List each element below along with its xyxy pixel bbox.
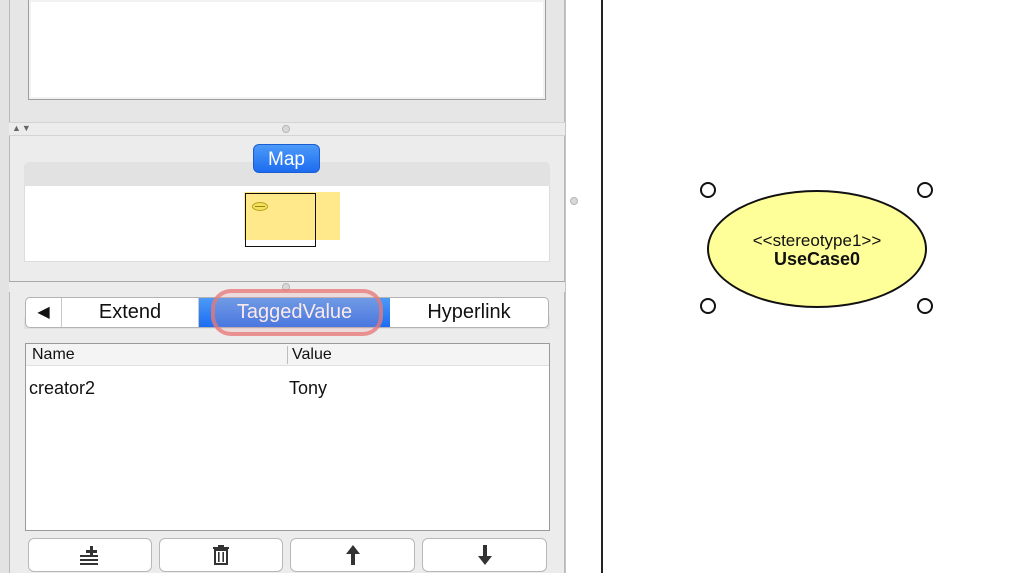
arrow-up-icon [345,545,360,565]
tab-extend[interactable]: Extend [62,298,199,327]
column-header-name[interactable]: Name [32,345,75,365]
tab-scroll-left-icon[interactable]: ◀ [26,298,62,327]
trash-icon [213,545,229,565]
diagram-canvas-border [601,0,603,573]
table-cell-value[interactable]: Tony [289,377,327,399]
move-up-button[interactable] [290,538,415,572]
splitter-arrows[interactable]: ▲▼ [12,122,32,134]
usecase-stereotype: <<stereotype1>> [752,231,882,250]
panel-splitter-grip-icon[interactable] [570,197,578,205]
add-row-icon [80,546,98,565]
column-header-value[interactable]: Value [292,345,332,365]
resize-handle-top-right[interactable] [917,182,933,198]
table-cell-name[interactable]: creator2 [29,377,95,399]
tagged-values-table [25,343,550,531]
usecase-name: UseCase0 [773,249,861,269]
resize-handle-bottom-right[interactable] [917,298,933,314]
delete-tagged-value-button[interactable] [159,538,283,572]
splitter-grip-icon[interactable] [282,125,290,133]
add-tagged-value-button[interactable] [28,538,152,572]
column-divider[interactable] [287,346,288,364]
panel-right-edge [565,0,566,573]
resize-handle-bottom-left[interactable] [700,298,716,314]
top-text-area[interactable] [28,0,546,100]
move-down-button[interactable] [422,538,547,572]
map-button[interactable]: Map [253,144,320,173]
tab-hyperlink[interactable]: Hyperlink [390,298,548,327]
resize-handle-top-left[interactable] [700,182,716,198]
tab-highlight-ring [211,289,383,336]
map-viewport-rectangle[interactable] [245,193,316,247]
arrow-down-icon [477,545,492,565]
